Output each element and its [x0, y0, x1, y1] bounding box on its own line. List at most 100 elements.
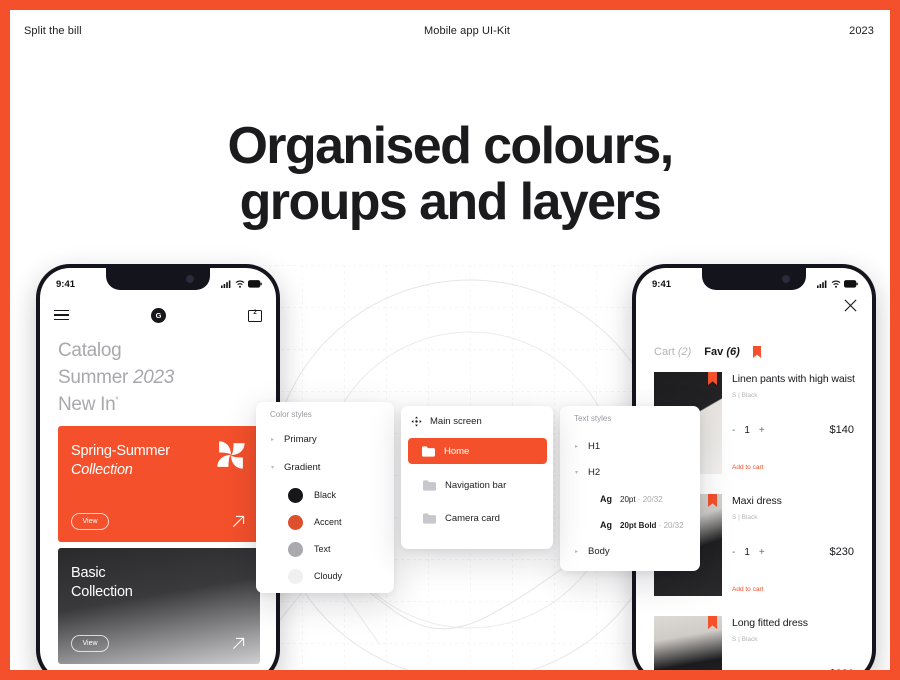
qty-increase-2[interactable]: +	[759, 547, 765, 558]
product-name-3: Long fitted dress	[732, 617, 808, 629]
catalog-headings: Catalog Summer 2023 New In*	[58, 338, 174, 419]
text-group-body[interactable]: ▸ Body	[560, 542, 700, 560]
add-to-cart-2[interactable]: Add to cart	[732, 586, 763, 593]
slide-header: Split the bill Mobile app UI-Kit 2023	[10, 10, 890, 56]
chevron-right-icon[interactable]: ▸	[268, 436, 277, 443]
swatch-cloudy-icon	[288, 568, 303, 584]
qty-decrease-2[interactable]: -	[732, 547, 735, 558]
card-title-line-1: Spring-Summer	[71, 443, 170, 459]
layer-root-label: Main screen	[430, 416, 482, 427]
arrow-northeast-icon-basic	[233, 637, 245, 649]
qty-increase-3[interactable]: +	[759, 669, 765, 671]
layer-item-navigation-bar-label: Navigation bar	[445, 479, 507, 491]
color-swatch-row-accent[interactable]: Accent	[256, 513, 394, 531]
signal-icon-right	[817, 280, 827, 288]
color-group-gradient[interactable]: ▾ Gradient	[256, 458, 394, 476]
text-group-h1[interactable]: ▸ H1	[560, 437, 700, 455]
folder-icon-navigation-bar	[423, 479, 436, 491]
catalog-line-1: Catalog	[58, 340, 122, 361]
folder-icon-home	[422, 445, 435, 457]
quantity-stepper-3[interactable]: - 1 +	[732, 669, 765, 671]
text-style-regular-desc: 20pt · 20/32	[620, 495, 663, 504]
swatch-text-label: Text	[314, 544, 331, 554]
color-swatch-row-black[interactable]: Black	[256, 486, 394, 504]
qty-decrease-3[interactable]: -	[732, 669, 735, 671]
status-icons	[221, 280, 262, 288]
tab-fav-label: Fav	[704, 346, 724, 358]
layer-item-camera-card[interactable]: Camera card	[409, 505, 545, 531]
battery-icon-right	[844, 280, 858, 288]
collection-card-spring-summer[interactable]: Spring-Summer Collection View	[58, 426, 260, 542]
catalog-newin: New In	[58, 393, 116, 415]
tab-cart[interactable]: Cart (2)	[654, 346, 691, 358]
card-title-spring-summer: Spring-Summer Collection	[71, 442, 170, 480]
folder-icon-camera-card	[423, 512, 436, 524]
bookmark-badge-icon-2[interactable]	[708, 494, 717, 507]
page-title-line-1: Organised colours,	[227, 117, 674, 175]
text-style-regular-metrics: 20/32	[642, 494, 663, 504]
qty-value-1: 1	[744, 424, 750, 436]
quantity-stepper-2[interactable]: - 1 +	[732, 547, 765, 558]
chevron-right-icon-h1[interactable]: ▸	[572, 443, 581, 450]
product-controls-1: - 1 + $140	[732, 424, 854, 436]
close-button[interactable]	[843, 298, 858, 318]
collection-card-basic[interactable]: Basic Collection View	[58, 548, 260, 664]
text-sample-bold: Ag	[600, 520, 612, 530]
tab-cart-label: Cart	[654, 346, 675, 358]
qty-increase-1[interactable]: +	[759, 425, 765, 436]
color-group-primary-label: Primary	[284, 433, 317, 445]
qty-decrease-1[interactable]: -	[732, 425, 735, 436]
quantity-stepper-1[interactable]: - 1 +	[732, 425, 765, 436]
status-time: 9:41	[56, 278, 76, 290]
slide-frame: Split the bill Mobile app UI-Kit 2023 Or…	[10, 10, 890, 670]
product-controls-3: - 1 + $230	[732, 668, 854, 670]
color-group-primary[interactable]: ▸ Primary	[256, 430, 394, 448]
color-swatch-row-cloudy[interactable]: Cloudy	[256, 567, 394, 585]
layer-item-home[interactable]: Home	[408, 438, 547, 464]
header-left-label: Split the bill	[24, 25, 82, 37]
signal-icon	[221, 280, 231, 288]
app-top-bar: G 2	[40, 298, 276, 332]
color-swatch-row-text[interactable]: Text	[256, 540, 394, 558]
bookmark-icon[interactable]	[752, 346, 761, 358]
color-styles-panel: Color styles ▸ Primary ▾ Gradient Black …	[256, 402, 394, 593]
product-name-2: Maxi dress	[732, 495, 782, 507]
text-group-h1-label: H1	[588, 440, 601, 452]
catalog-line-3: New In*	[58, 392, 174, 419]
phone-left-screen: 9:41 G 2 Catalog Summer 2023 New In* Spr…	[40, 268, 276, 670]
product-name-1: Linen pants with high waist	[732, 373, 855, 385]
status-time-right: 9:41	[652, 278, 672, 290]
text-style-bold-sep: ·	[656, 520, 664, 530]
product-controls-2: - 1 + $230	[732, 546, 854, 558]
chevron-down-icon[interactable]: ▾	[268, 464, 277, 471]
text-group-h2[interactable]: ▾ H2	[560, 463, 700, 481]
product-meta-1: S | Black	[732, 392, 758, 400]
layer-item-navigation-bar[interactable]: Navigation bar	[409, 472, 545, 498]
layer-root-main-screen[interactable]: Main screen	[411, 416, 482, 427]
card-view-button-spring-summer[interactable]: View	[71, 513, 109, 530]
text-style-bold[interactable]: Ag 20pt Bold · 20/32	[560, 517, 700, 533]
add-to-cart-1[interactable]: Add to cart	[732, 464, 763, 471]
cart-icon[interactable]: 2	[248, 308, 262, 322]
text-styles-title: Text styles	[574, 414, 612, 423]
card-view-button-basic[interactable]: View	[71, 635, 109, 652]
text-group-body-label: Body	[588, 545, 610, 557]
layer-item-home-label: Home	[444, 445, 470, 457]
text-style-bold-desc: 20pt Bold · 20/32	[620, 521, 684, 530]
tab-fav-count: (6)	[726, 346, 740, 358]
text-styles-panel: Text styles ▸ H1 ▾ H2 Ag 20pt · 20/32 Ag…	[560, 406, 700, 571]
product-info-2: Maxi dress S | Black	[732, 494, 860, 521]
text-sample-regular: Ag	[600, 494, 612, 504]
tab-cart-count: (2)	[677, 346, 692, 358]
status-bar-right: 9:41	[636, 268, 872, 294]
hamburger-menu-icon[interactable]	[54, 309, 69, 321]
product-row-3[interactable]: Long fitted dress S | Black - 1 + $230	[654, 616, 860, 670]
color-group-gradient-label: Gradient	[284, 461, 321, 473]
text-style-regular[interactable]: Ag 20pt · 20/32	[560, 491, 700, 507]
chevron-down-icon-h2[interactable]: ▾	[572, 469, 581, 476]
bookmark-badge-icon-3[interactable]	[708, 616, 717, 629]
tab-fav[interactable]: Fav (6)	[704, 346, 739, 358]
bookmark-badge-icon-1[interactable]	[708, 372, 717, 385]
chevron-right-icon-body[interactable]: ▸	[572, 548, 581, 555]
wifi-icon-right	[831, 280, 841, 288]
